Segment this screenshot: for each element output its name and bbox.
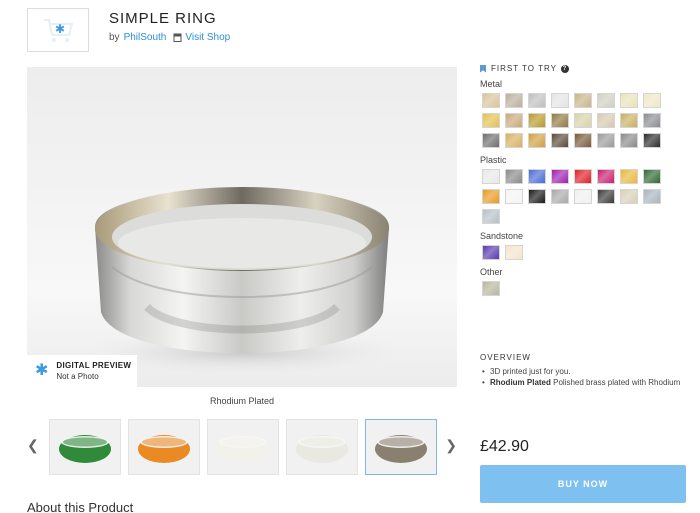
material-swatch[interactable] xyxy=(505,113,523,128)
material-group-label: Sandstone xyxy=(480,231,524,241)
swatch-grid-other xyxy=(482,281,672,296)
material-swatch[interactable] xyxy=(551,93,569,108)
material-swatch[interactable] xyxy=(528,189,546,204)
overview-section: OVERVIEW 3D printed just for you. Rhodiu… xyxy=(480,353,690,388)
thumbnail-carousel: ❮ ❯ xyxy=(27,419,457,475)
material-swatch[interactable] xyxy=(505,93,523,108)
material-swatch[interactable] xyxy=(551,189,569,204)
chevron-left-icon[interactable]: ❮ xyxy=(27,437,39,454)
material-swatch[interactable] xyxy=(574,169,592,184)
material-swatch[interactable] xyxy=(620,169,638,184)
material-swatch[interactable] xyxy=(643,169,661,184)
ring-thumb-icon xyxy=(59,435,111,463)
chevron-right-icon[interactable]: ❯ xyxy=(445,437,457,454)
overview-heading: OVERVIEW xyxy=(480,353,531,362)
about-heading: About this Product xyxy=(27,500,134,513)
ring-thumb-icon xyxy=(296,435,348,463)
material-sidebar: FIRST TO TRY ? Metal Plastic Sandstone Othe… xyxy=(480,64,690,303)
shop-icon xyxy=(173,33,182,42)
price: £42.90 xyxy=(480,438,529,455)
material-swatch[interactable] xyxy=(482,113,500,128)
svg-text:✱: ✱ xyxy=(55,22,65,36)
material-swatch[interactable] xyxy=(574,113,592,128)
first-to-try-label: FIRST TO TRY xyxy=(491,64,557,73)
material-swatch[interactable] xyxy=(528,93,546,108)
material-swatch[interactable] xyxy=(482,245,500,260)
material-swatch[interactable] xyxy=(597,169,615,184)
digital-preview-badge: ✱ DIGITAL PREVIEW Not a Photo xyxy=(27,355,137,387)
material-swatch[interactable] xyxy=(528,113,546,128)
material-swatch[interactable] xyxy=(574,189,592,204)
swatch-grid-sandstone xyxy=(482,245,672,260)
visit-shop-link[interactable]: Visit Shop xyxy=(185,32,230,43)
product-main-image[interactable]: ✱ DIGITAL PREVIEW Not a Photo xyxy=(27,67,457,387)
author-link[interactable]: PhilSouth xyxy=(124,32,167,43)
material-swatch[interactable] xyxy=(482,281,500,296)
material-swatch[interactable] xyxy=(551,113,569,128)
overview-material: Rhodium Plated xyxy=(490,378,551,387)
material-swatch[interactable] xyxy=(620,113,638,128)
badge-subtitle: Not a Photo xyxy=(56,372,99,381)
material-swatch[interactable] xyxy=(505,245,523,260)
material-swatch[interactable] xyxy=(643,133,661,148)
thumbnail-orange[interactable] xyxy=(128,419,200,475)
material-group-label: Plastic xyxy=(480,155,507,165)
material-caption: Rhodium Plated xyxy=(209,396,275,406)
swatch-grid-metal xyxy=(482,93,672,148)
overview-item: Rhodium Plated Polished brass plated wit… xyxy=(480,377,690,388)
help-icon[interactable]: ? xyxy=(560,64,569,73)
cart-icon: ✱ xyxy=(44,19,74,42)
shop-logo[interactable]: ✱ xyxy=(27,8,89,52)
asterisk-icon: ✱ xyxy=(35,362,49,379)
material-swatch[interactable] xyxy=(643,93,661,108)
material-swatch[interactable] xyxy=(597,113,615,128)
material-swatch[interactable] xyxy=(528,169,546,184)
material-swatch[interactable] xyxy=(505,133,523,148)
material-swatch[interactable] xyxy=(574,133,592,148)
ring-render xyxy=(72,187,412,376)
material-swatch[interactable] xyxy=(597,133,615,148)
thumbnail-frosted[interactable] xyxy=(286,419,358,475)
material-swatch[interactable] xyxy=(482,133,500,148)
ring-thumb-icon xyxy=(217,435,269,463)
material-group-label: Metal xyxy=(480,79,503,89)
material-swatch[interactable] xyxy=(505,169,523,184)
byline: by PhilSouth Visit Shop xyxy=(109,32,230,43)
bookmark-icon xyxy=(480,64,486,73)
ring-thumb-icon xyxy=(138,435,190,463)
material-swatch[interactable] xyxy=(551,133,569,148)
material-swatch[interactable] xyxy=(643,189,661,204)
material-swatch[interactable] xyxy=(551,169,569,184)
material-swatch[interactable] xyxy=(597,189,615,204)
thumbnail-white[interactable] xyxy=(207,419,279,475)
material-swatch[interactable] xyxy=(528,133,546,148)
material-group-label: Other xyxy=(480,267,503,277)
material-swatch[interactable] xyxy=(643,113,661,128)
thumbnail-camo[interactable] xyxy=(365,419,437,475)
first-to-try: FIRST TO TRY ? xyxy=(480,64,690,73)
material-swatch[interactable] xyxy=(620,133,638,148)
material-swatch[interactable] xyxy=(620,93,638,108)
material-swatch[interactable] xyxy=(505,189,523,204)
overview-item: 3D printed just for you. xyxy=(480,366,690,377)
product-title: SIMPLE RING xyxy=(109,10,217,27)
swatch-grid-plastic xyxy=(482,169,672,224)
material-swatch[interactable] xyxy=(574,93,592,108)
material-swatch[interactable] xyxy=(482,93,500,108)
by-label: by xyxy=(109,32,120,43)
ring-thumb-icon xyxy=(375,435,427,463)
material-swatch[interactable] xyxy=(482,209,500,224)
thumbnail-green[interactable] xyxy=(49,419,121,475)
overview-material-desc: Polished brass plated with Rhodium xyxy=(550,378,681,387)
material-swatch[interactable] xyxy=(597,93,615,108)
badge-title: DIGITAL PREVIEW xyxy=(56,361,132,370)
material-swatch[interactable] xyxy=(482,169,500,184)
buy-now-button[interactable]: BUY NOW xyxy=(480,465,686,503)
material-swatch[interactable] xyxy=(482,189,500,204)
material-swatch[interactable] xyxy=(620,189,638,204)
